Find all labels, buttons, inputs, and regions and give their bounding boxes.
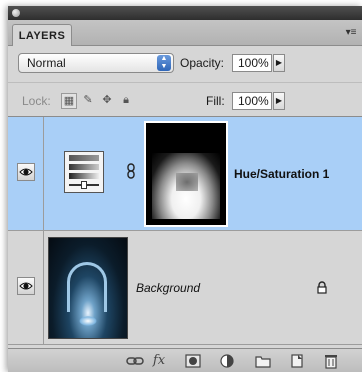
adjustment-icon[interactable] — [218, 352, 236, 370]
lock-all-icon[interactable]: 🔒︎ — [118, 93, 134, 109]
lock-label: Lock: — [22, 94, 51, 108]
layers-panel: LAYERS ▾≡ Normal ▲ ▼ Opacity: 100% ▶ Lock… — [8, 6, 362, 372]
blend-row: Normal ▲ ▼ Opacity: 100% ▶ — [8, 46, 362, 82]
tab-layers[interactable]: LAYERS — [12, 24, 72, 46]
lock-position-icon[interactable]: ✥ — [99, 93, 115, 109]
fx-icon[interactable]: fx — [150, 352, 168, 370]
blend-mode-select[interactable]: Normal ▲ ▼ — [18, 53, 174, 73]
opacity-arrow-button[interactable]: ▶ — [273, 54, 285, 72]
image-thumbnail[interactable] — [48, 237, 128, 339]
close-icon[interactable] — [12, 9, 20, 17]
layer-name[interactable]: Background — [136, 281, 200, 295]
lock-icon — [316, 281, 328, 294]
panel-menu-icon[interactable]: ▾≡ — [344, 27, 358, 39]
trash-icon[interactable] — [322, 352, 340, 370]
layer-row-background[interactable]: Background — [8, 231, 362, 345]
fill-field[interactable]: 100% — [232, 92, 272, 110]
panel-titlebar[interactable] — [8, 6, 362, 20]
mask-thumbnail[interactable] — [144, 121, 228, 227]
layer-row-hue-saturation[interactable]: Hue/Saturation 1 — [8, 117, 362, 231]
lock-image-pixels-icon[interactable]: ✎ — [80, 93, 96, 109]
opacity-field[interactable]: 100% — [232, 54, 272, 72]
link-layers-icon[interactable] — [126, 352, 144, 370]
layers-list: Hue/Saturation 1 Background — [8, 116, 362, 348]
layer-name[interactable]: Hue/Saturation 1 — [234, 167, 329, 181]
visibility-cell — [8, 231, 44, 344]
new-layer-icon[interactable] — [288, 352, 306, 370]
layers-toolbar: fx — [8, 348, 362, 372]
lock-row: Lock: ▦ ✎ ✥ 🔒︎ Fill: 100% ▶ — [8, 82, 362, 116]
adjustment-thumbnail[interactable] — [64, 151, 104, 193]
folder-icon[interactable] — [254, 352, 272, 370]
link-icon[interactable] — [126, 163, 136, 179]
blend-mode-value: Normal — [27, 56, 66, 70]
opacity-label: Opacity: — [180, 56, 225, 70]
fill-arrow-button[interactable]: ▶ — [273, 92, 285, 110]
tab-bar: LAYERS ▾≡ — [8, 20, 362, 46]
fill-label: Fill: — [206, 94, 225, 108]
visibility-cell — [8, 117, 44, 230]
eye-icon[interactable] — [17, 277, 35, 295]
select-arrows-icon: ▲ ▼ — [157, 55, 171, 71]
mask-icon[interactable] — [184, 352, 202, 370]
eye-icon[interactable] — [17, 163, 35, 181]
lock-transparent-pixels-icon[interactable]: ▦ — [61, 93, 77, 109]
